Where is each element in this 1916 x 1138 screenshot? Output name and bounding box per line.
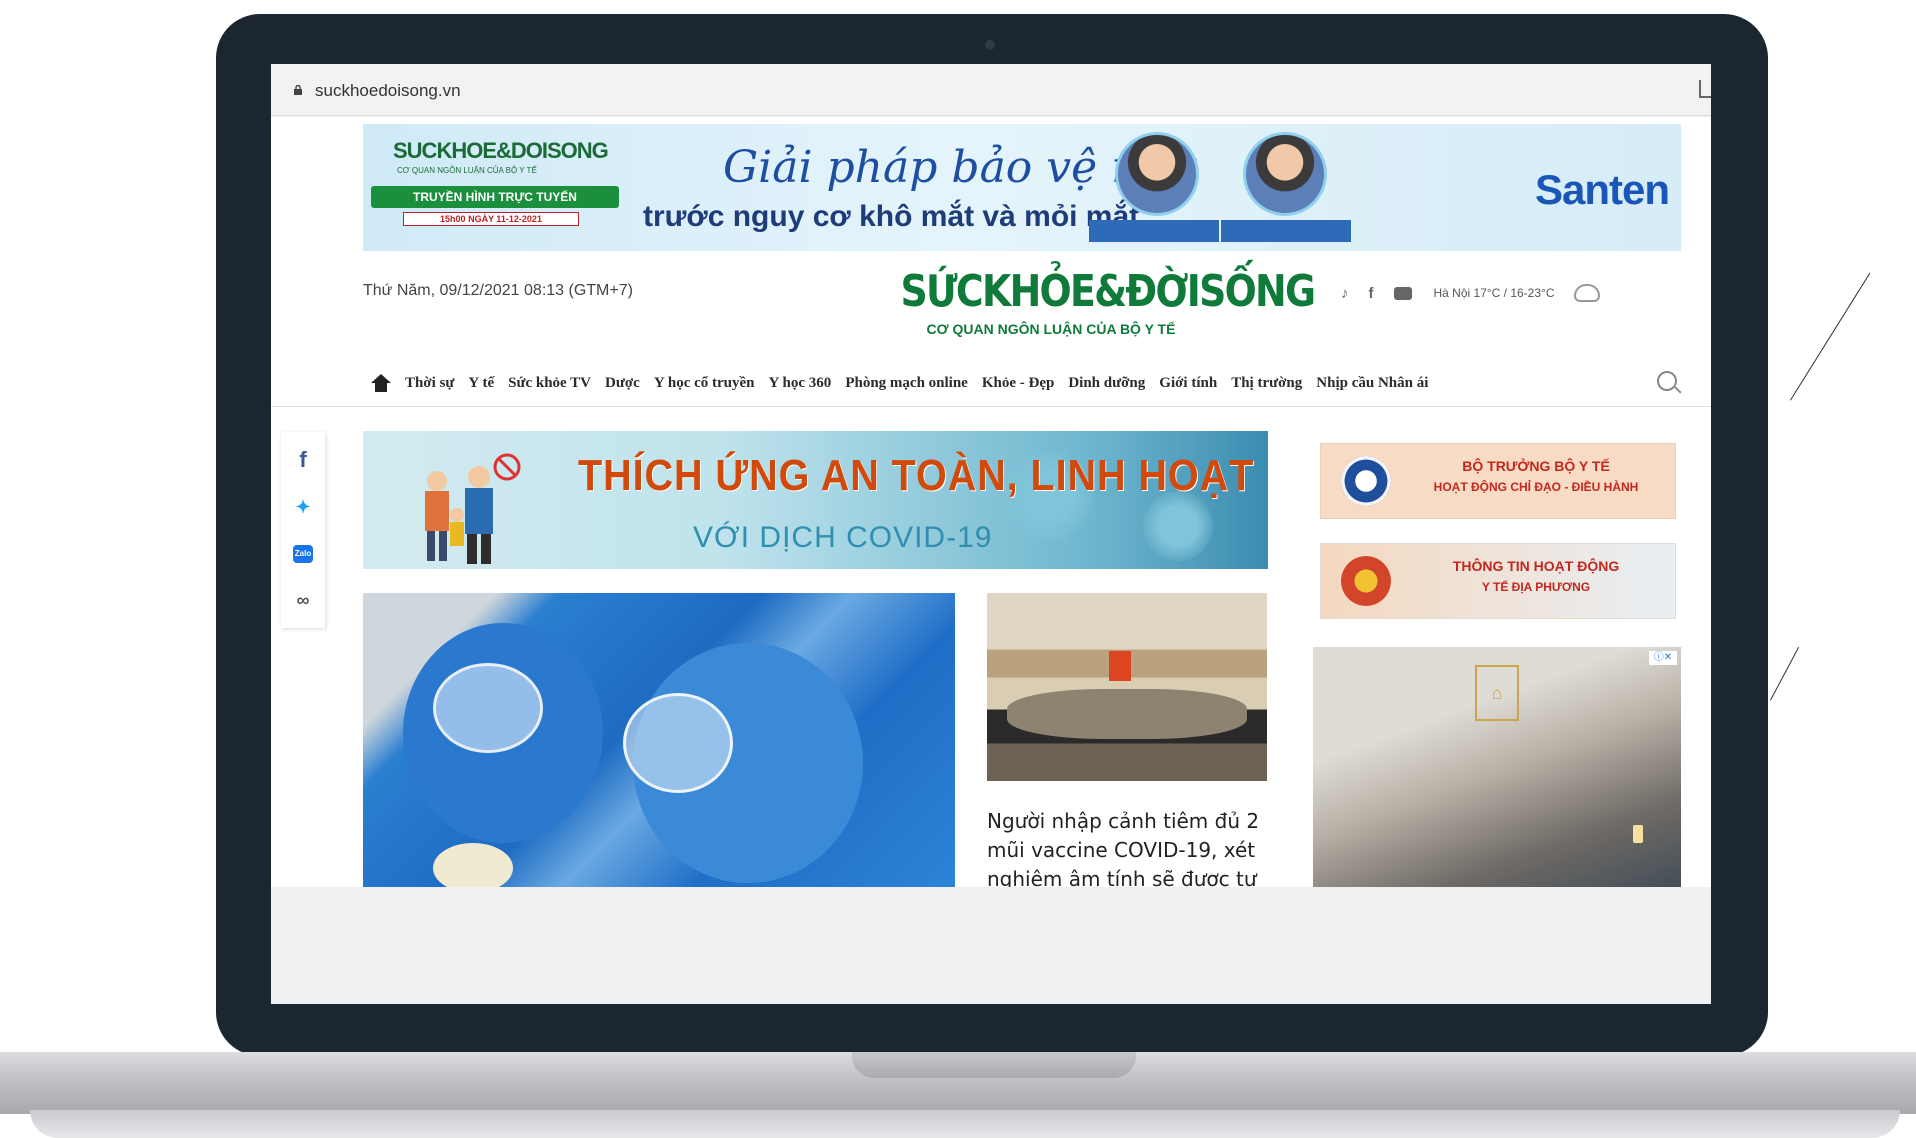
ministry-emblem-icon	[1341, 456, 1391, 506]
twitter-share-icon[interactable]: ✦	[281, 487, 325, 527]
ad-headline-2: trước nguy cơ khô mắt và mỏi mắt	[643, 200, 1140, 233]
vietnam-map-icon	[1341, 556, 1391, 606]
laptop-notch	[852, 1052, 1136, 1078]
share-sidebar: f ✦ Zalo ∞	[281, 432, 325, 628]
local-box-subtitle: Y TẾ ĐỊA PHƯƠNG	[1481, 580, 1591, 594]
ad-logo-subtitle: CƠ QUAN NGÔN LUẬN CỦA BỘ Y TẾ	[397, 166, 537, 175]
ad-speaker-photo	[1243, 132, 1327, 216]
site-logo-title: SỨCKHỎE&ĐỜISỐNG	[900, 266, 1317, 317]
nav-item-phong-mach-online[interactable]: Phòng mạch online	[845, 375, 968, 392]
nav-item-nhip-cau-nhan-ai[interactable]: Nhịp cầu Nhân ái	[1316, 375, 1428, 392]
ad-close-icon[interactable]: ⓘ✕	[1649, 651, 1677, 665]
article-thumbnail[interactable]	[987, 593, 1267, 781]
minister-box-title: BỘ TRƯỞNG BỘ Y TẾ	[1462, 458, 1610, 474]
nav-item-khoe-dep[interactable]: Khỏe - Đẹp	[982, 375, 1055, 392]
nav-item-thoi-su[interactable]: Thời sự	[405, 375, 454, 392]
sidebar-ad[interactable]: ⓘ✕ ⌂	[1313, 647, 1681, 887]
ad-speaker-caption	[1221, 220, 1351, 242]
nav-item-duoc[interactable]: Dược	[605, 375, 640, 392]
article-headline[interactable]: Người nhập cảnh tiêm đủ 2 mũi vaccine CO…	[987, 807, 1267, 887]
hero-face-shield	[433, 663, 543, 753]
ad-speaker-caption	[1089, 220, 1219, 242]
minister-activity-box[interactable]: BỘ TRƯỞNG BỘ Y TẾ HOẠT ĐỘNG CHỈ ĐẠO - ĐI…	[1320, 443, 1676, 519]
meeting-table	[1007, 689, 1247, 739]
share-icon[interactable]	[1699, 80, 1711, 98]
ad-brand-logo: Santen	[1535, 166, 1670, 213]
facebook-share-icon[interactable]: f	[281, 440, 325, 480]
copy-link-icon[interactable]: ∞	[281, 580, 325, 620]
ad-air-time: 15h00 NGÀY 11-12-2021	[403, 212, 579, 226]
site-logo[interactable]: SỨCKHỎE&ĐỜISỐNG CƠ QUAN NGÔN LUẬN CỦA BỘ…	[876, 266, 1317, 338]
search-icon[interactable]	[1657, 371, 1677, 391]
local-box-title: THÔNG TIN HOẠT ĐỘNG	[1452, 558, 1620, 574]
weather-cloud-icon	[1574, 284, 1601, 302]
home-icon[interactable]	[371, 374, 391, 392]
zalo-share-icon[interactable]: Zalo	[281, 534, 325, 574]
laptop-screen: suckhoedoisong.vn SUCKHOE&DOISONG CƠ QUA…	[271, 64, 1711, 1004]
weather-text: Hà Nội 17°C / 16-23°C	[1433, 286, 1555, 300]
ad-tv-label: TRUYỀN HÌNH TRỰC TUYẾN	[371, 186, 619, 208]
nav-item-thi-truong[interactable]: Thị trường	[1231, 375, 1302, 392]
nav-item-gioi-tinh[interactable]: Giới tính	[1159, 375, 1217, 392]
ad-lamp	[1633, 825, 1643, 843]
youtube-icon[interactable]	[1393, 286, 1412, 300]
nav-item-dinh-duong[interactable]: Dinh dưỡng	[1068, 375, 1145, 392]
device-mockup: suckhoedoisong.vn SUCKHOE&DOISONG CƠ QUA…	[0, 0, 1916, 1138]
nav-item-y-hoc-360[interactable]: Y học 360	[769, 375, 832, 392]
ad-logo: SUCKHOE&DOISONG	[393, 138, 609, 163]
local-health-info-box[interactable]: THÔNG TIN HOẠT ĐỘNG Y TẾ ĐỊA PHƯƠNG	[1320, 543, 1676, 619]
virus-decoration	[1143, 491, 1213, 561]
decor-line	[1790, 272, 1871, 401]
covid-banner[interactable]: THÍCH ỨNG AN TOÀN, LINH HOẠT VỚI DỊCH CO…	[363, 431, 1268, 569]
site-logo-subtitle: CƠ QUAN NGÔN LUẬN CỦA BỘ Y TẾ	[926, 321, 1176, 337]
minister-box-subtitle: HOẠT ĐỘNG CHỈ ĐẠO - ĐIỀU HÀNH	[1433, 480, 1639, 494]
nav-list: Thời sự Y tế Sức khỏe TV Dược Y học cổ t…	[371, 359, 1428, 407]
hero-face-shield	[623, 693, 733, 793]
nav-item-suc-khoe-tv[interactable]: Sức khỏe TV	[508, 375, 591, 392]
nav-item-y-te[interactable]: Y tế	[468, 375, 494, 392]
laptop-base-lip	[30, 1110, 1900, 1138]
webpage: SUCKHOE&DOISONG CƠ QUAN NGÔN LUẬN CỦA BỘ…	[271, 117, 1711, 887]
lock-icon	[294, 85, 302, 95]
browser-address-bar[interactable]: suckhoedoisong.vn	[271, 64, 1711, 116]
family-illustration	[425, 453, 521, 564]
zalo-glyph: Zalo	[293, 545, 313, 563]
hero-article-image[interactable]	[363, 593, 955, 887]
camera-dot	[985, 40, 995, 50]
nav-item-y-hoc-co-truyen[interactable]: Y học cổ truyền	[654, 375, 755, 392]
flag-in-photo	[1109, 651, 1131, 681]
covid-banner-title: THÍCH ỨNG AN TOÀN, LINH HOẠT	[578, 451, 1255, 500]
tiktok-icon[interactable]: ♪	[1341, 285, 1349, 302]
current-date: Thứ Năm, 09/12/2021 08:13 (GTM+7)	[363, 282, 633, 299]
top-banner-ad[interactable]: SUCKHOE&DOISONG CƠ QUAN NGÔN LUẬN CỦA BỘ…	[363, 124, 1681, 251]
covid-banner-subtitle: VỚI DỊCH COVID-19	[693, 521, 993, 554]
url-text[interactable]: suckhoedoisong.vn	[315, 81, 461, 101]
decor-line	[1770, 647, 1800, 701]
ad-gold-logo: ⌂	[1475, 665, 1519, 721]
main-nav: Thời sự Y tế Sức khỏe TV Dược Y học cổ t…	[271, 359, 1711, 407]
ad-speaker-photo	[1115, 132, 1199, 216]
header-social-row: ♪ f Hà Nội 17°C / 16-23°C	[1341, 281, 1601, 305]
hero-glove	[433, 843, 513, 887]
facebook-icon[interactable]: f	[1369, 285, 1374, 302]
